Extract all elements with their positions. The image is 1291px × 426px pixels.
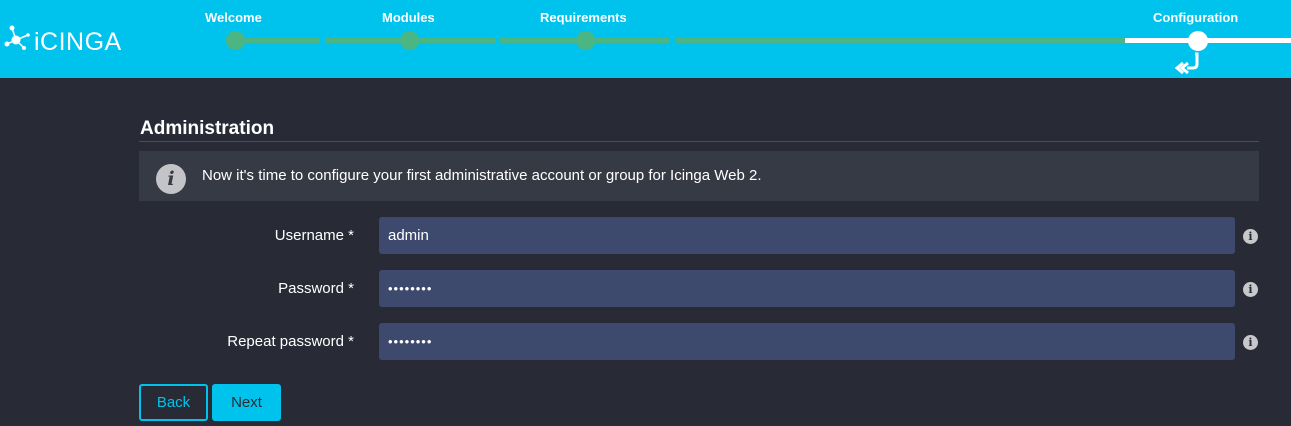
brand-name: iCINGA xyxy=(34,28,122,56)
password-input[interactable] xyxy=(379,270,1235,307)
password-label: Password * xyxy=(278,280,354,297)
wizard-header: iCINGA Welcome Modules Requirements Conf… xyxy=(0,0,1291,78)
username-help-icon[interactable]: i xyxy=(1243,229,1258,244)
step-requirements: Requirements xyxy=(540,10,627,25)
info-message: i Now it's time to configure your first … xyxy=(139,151,1259,201)
info-icon: i xyxy=(156,164,186,194)
password-help-icon[interactable]: i xyxy=(1243,282,1258,297)
step-welcome: Welcome xyxy=(205,10,262,25)
username-label: Username * xyxy=(274,227,354,244)
back-button[interactable]: Back xyxy=(139,384,208,421)
repeat-password-help-icon[interactable]: i xyxy=(1243,335,1258,350)
step-dot-requirements[interactable] xyxy=(576,31,595,50)
double-chevron-back-icon xyxy=(1175,52,1199,75)
step-dot-modules[interactable] xyxy=(400,31,419,50)
username-input[interactable] xyxy=(379,217,1235,254)
repeat-password-input[interactable] xyxy=(379,323,1235,360)
step-dot-configuration xyxy=(1188,31,1208,51)
step-dot-welcome[interactable] xyxy=(226,31,245,50)
next-button[interactable]: Next xyxy=(212,384,281,421)
page-title: Administration xyxy=(140,118,275,139)
step-configuration: Configuration xyxy=(1153,10,1239,25)
title-divider xyxy=(139,141,1259,142)
progress-track-4 xyxy=(675,38,1125,43)
repeat-password-label: Repeat password * xyxy=(227,333,354,350)
info-text: Now it's time to configure your first ad… xyxy=(202,167,762,184)
icinga-logo: iCINGA xyxy=(4,14,128,60)
progress-track-current xyxy=(1125,38,1291,43)
step-modules: Modules xyxy=(382,10,435,25)
